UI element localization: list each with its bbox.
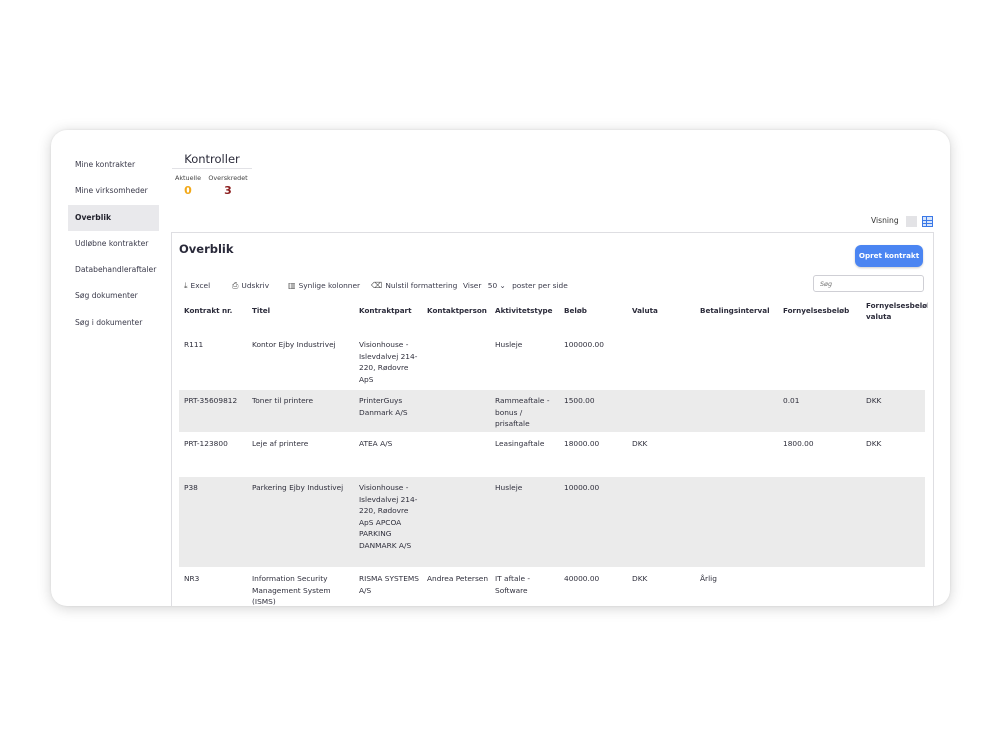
overblik-panel: Overblik Opret kontrakt ⤓ Excel ⎙ Udskriv … — [171, 232, 934, 606]
excel-label: Excel — [190, 281, 211, 290]
aktuelle-count: 0 — [184, 184, 192, 197]
card-view-icon[interactable] — [906, 216, 917, 227]
cell-fornyelsesbelob: 1800.00 — [783, 439, 814, 448]
col-header-titel[interactable]: Titel — [252, 305, 270, 316]
print-button[interactable]: ⎙ Udskriv — [232, 279, 269, 293]
col-header-kontraktpart[interactable]: Kontraktpart — [359, 305, 412, 316]
cell-nr: PRT-123800 — [184, 439, 228, 448]
cell-titel: Leje af printere — [252, 439, 309, 448]
col-header-belob[interactable]: Beløb — [564, 305, 587, 316]
table-row[interactable]: NR3 Information Security Management Syst… — [179, 568, 925, 606]
show-prefix: Viser — [463, 281, 482, 290]
sidebar-item-overblik[interactable]: Overblik — [68, 205, 159, 231]
reset-formatting-button[interactable]: ⌫ Nulstil formattering — [371, 279, 457, 293]
print-label: Udskriv — [241, 281, 270, 290]
cell-nr: R111 — [184, 340, 204, 349]
sidebar-item-databehandleraftaler[interactable]: Databehandleraftaler — [68, 257, 159, 283]
printer-icon: ⎙ — [232, 281, 239, 290]
cell-aktivitetstype: Husleje — [495, 340, 523, 349]
col-header-fornyelsesbelob-valuta[interactable]: Fornyelsesbeløb valuta — [866, 300, 928, 322]
cell-fornyelsesbelob-valuta: DKK — [866, 439, 882, 448]
page-size-control: Viser 50 ⌄ poster per side — [463, 279, 568, 293]
overskredet-count: 3 — [224, 184, 232, 197]
cell-nr: PRT-35609812 — [184, 396, 238, 405]
cell-belob: 18000.00 — [564, 439, 600, 448]
cell-aktivitetstype: Husleje — [495, 483, 523, 492]
cell-belob: 10000.00 — [564, 483, 600, 492]
show-suffix: poster per side — [512, 281, 568, 290]
col-header-kontrakt-nr[interactable]: Kontrakt nr. — [184, 305, 232, 316]
cell-aktivitetstype: Leasingaftale — [495, 439, 545, 448]
sidebar: Mine kontrakter Mine virksomheder Overbl… — [51, 130, 169, 606]
cell-nr: P38 — [184, 483, 198, 492]
sidebar-item-sog-dokumenter[interactable]: Søg dokumenter — [68, 283, 159, 309]
table-row[interactable]: PRT-35609812 Toner til printere PrinterG… — [179, 390, 925, 432]
columns-label: Synlige kolonner — [298, 281, 361, 290]
cell-titel: Kontor Ejby Industrivej — [252, 340, 336, 349]
col-header-valuta[interactable]: Valuta — [632, 305, 658, 316]
search-input[interactable] — [813, 275, 924, 292]
aktuelle-stat[interactable]: Aktuelle 0 — [174, 174, 202, 197]
download-icon: ⤓ — [184, 281, 188, 290]
columns-icon: ▥ — [288, 281, 296, 290]
sidebar-item-mine-kontrakter[interactable]: Mine kontrakter — [68, 152, 159, 178]
overskredet-label: Overskredet — [208, 174, 248, 182]
reset-label: Nulstil formattering — [385, 281, 458, 290]
cell-titel: Information Security Management System (… — [252, 574, 331, 606]
kontroller-title: Kontroller — [172, 152, 252, 169]
cell-kontraktpart: RISMA SYSTEMS A/S — [359, 574, 419, 595]
table-row[interactable]: R111 Kontor Ejby Industrivej Visionhouse… — [179, 333, 925, 389]
panel-title: Overblik — [179, 242, 234, 256]
clear-format-icon: ⌫ — [371, 281, 383, 290]
aktuelle-label: Aktuelle — [174, 174, 202, 182]
page-size-select[interactable]: 50 ⌄ — [488, 279, 506, 293]
kontroller-widget: Kontroller Aktuelle 0 Overskredet 3 — [172, 152, 252, 197]
cell-belob: 40000.00 — [564, 574, 600, 583]
overskredet-stat[interactable]: Overskredet 3 — [208, 174, 248, 197]
col-header-aktivitetstype[interactable]: Aktivitetstype — [495, 305, 553, 316]
cell-fornyelsesbelob: 0.01 — [783, 396, 800, 405]
col-header-betalingsinterval[interactable]: Betalingsinterval — [700, 305, 770, 316]
cell-belob: 100000.00 — [564, 340, 604, 349]
cell-kontraktpart: ATEA A/S — [359, 439, 393, 448]
col-header-kontaktperson[interactable]: Kontaktperson — [427, 305, 487, 316]
cell-titel: Parkering Ejby Industivej — [252, 483, 344, 492]
cell-betalingsinterval: Årlig — [700, 574, 717, 583]
table-row[interactable]: P38 Parkering Ejby Industivej Visionhous… — [179, 477, 925, 567]
visible-columns-button[interactable]: ▥ Synlige kolonner — [288, 279, 360, 293]
cell-nr: NR3 — [184, 574, 200, 583]
excel-export-button[interactable]: ⤓ Excel — [184, 279, 210, 293]
cell-valuta: DKK — [632, 439, 648, 448]
cell-kontraktpart: Visionhouse - Islevdalvej 214-220, Rødov… — [359, 340, 418, 384]
table-view-icon[interactable] — [922, 216, 933, 227]
cell-aktivitetstype: IT aftale - Software — [495, 574, 531, 595]
col-header-fornyelsesbelob[interactable]: Fornyelsesbeløb — [783, 305, 849, 316]
page-size-value: 50 — [487, 281, 498, 290]
cell-belob: 1500.00 — [564, 396, 595, 405]
opret-kontrakt-button[interactable]: Opret kontrakt — [855, 245, 923, 267]
cell-titel: Toner til printere — [252, 396, 314, 405]
cell-aktivitetstype: Rammeaftale - bonus / prisaftale — [495, 396, 550, 428]
app-window: Mine kontrakter Mine virksomheder Overbl… — [51, 130, 950, 606]
cell-kontaktperson: Andrea Petersen — [427, 574, 489, 583]
cell-kontraktpart: PrinterGuys Danmark A/S — [359, 396, 408, 417]
chevron-down-icon: ⌄ — [499, 281, 506, 290]
cell-kontraktpart: Visionhouse - Islevdalvej 214-220, Rødov… — [359, 483, 418, 550]
sidebar-item-udlobne-kontrakter[interactable]: Udløbne kontrakter — [68, 231, 159, 257]
visning-label: Visning — [871, 216, 899, 225]
cell-valuta: DKK — [632, 574, 648, 583]
sidebar-item-sog-i-dokumenter[interactable]: Søg i dokumenter — [68, 310, 159, 336]
cell-fornyelsesbelob-valuta: DKK — [866, 396, 882, 405]
sidebar-item-mine-virksomheder[interactable]: Mine virksomheder — [68, 178, 159, 204]
table-row[interactable]: PRT-123800 Leje af printere ATEA A/S Lea… — [179, 433, 925, 476]
